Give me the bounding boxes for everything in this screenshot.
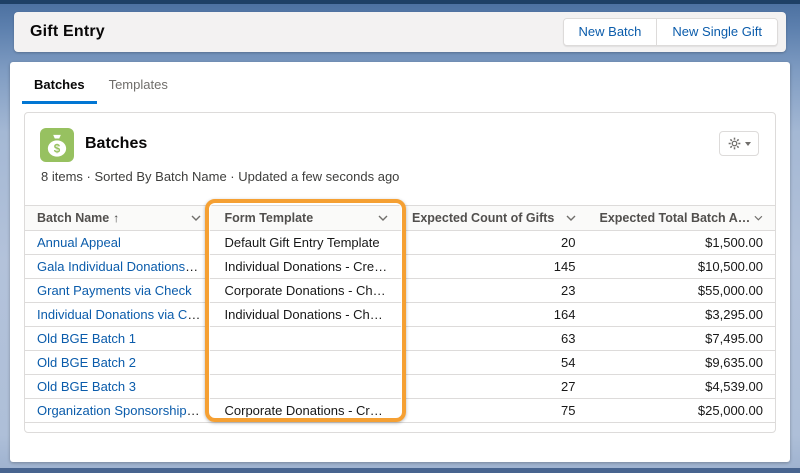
gear-icon [728,137,741,150]
batch-name-link[interactable]: Old BGE Batch 3 [37,379,136,394]
batch-name-link[interactable]: Annual Appeal [37,235,121,250]
table-body: Annual Appeal Default Gift Entry Templat… [25,231,775,423]
page-header: Gift Entry New Batch New Single Gift [14,12,786,52]
expected-count-cell: 75 [400,399,588,423]
form-template-cell: Corporate Donations - Checks [213,279,401,303]
table-row: Individual Donations via Check Individua… [25,303,775,327]
expected-total-cell: $55,000.00 [588,279,776,303]
expected-count-cell: 27 [400,375,588,399]
tab-batches[interactable]: Batches [22,75,97,104]
column-header-batch-name[interactable]: Batch Name ↑ [25,206,213,231]
batch-name-link[interactable]: Organization Sponsorships via Cre... [37,403,213,418]
table-row: Old BGE Batch 2 54 $9,635.00 [25,351,775,375]
form-template-cell: Individual Donations - Credit Cards [213,255,401,279]
chevron-down-icon[interactable] [754,215,763,221]
expected-total-cell: $1,500.00 [588,231,776,255]
header-button-group: New Batch New Single Gift [563,18,778,46]
sort-ascending-icon: ↑ [113,211,119,225]
table-row: Old BGE Batch 3 27 $4,539.00 [25,375,775,399]
column-header-expected-total[interactable]: Expected Total Batch Amount [588,206,776,231]
expected-count-cell: 23 [400,279,588,303]
list-settings-button[interactable] [719,131,759,156]
window-top-edge [0,0,800,4]
batch-name-cell: Old BGE Batch 3 [25,375,213,399]
expected-count-cell: 164 [400,303,588,327]
batch-name-cell: Gala Individual Donations via Check [25,255,213,279]
new-single-gift-button[interactable]: New Single Gift [656,19,777,45]
batch-name-link[interactable]: Grant Payments via Check [37,283,192,298]
table-row: Annual Appeal Default Gift Entry Templat… [25,231,775,255]
table-row: Organization Sponsorships via Cre... Cor… [25,399,775,423]
list-meta-text: 8 items · Sorted By Batch Name · Updated… [41,169,399,184]
expected-total-cell: $7,495.00 [588,327,776,351]
batch-name-cell: Old BGE Batch 1 [25,327,213,351]
batches-table: Batch Name ↑ Form Template [25,205,775,423]
expected-total-cell: $10,500.00 [588,255,776,279]
batch-name-cell: Grant Payments via Check [25,279,213,303]
expected-count-cell: 20 [400,231,588,255]
expected-total-cell: $3,295.00 [588,303,776,327]
expected-count-cell: 63 [400,327,588,351]
batch-name-link[interactable]: Gala Individual Donations via Check [37,259,213,274]
gift-entry-page: Gift Entry New Batch New Single Gift Bat… [0,0,800,473]
batch-name-cell: Organization Sponsorships via Cre... [25,399,213,423]
table-row: Gala Individual Donations via Check Indi… [25,255,775,279]
chevron-down-icon[interactable] [566,215,576,221]
batch-name-link[interactable]: Old BGE Batch 1 [37,331,136,346]
expected-count-cell: 54 [400,351,588,375]
chevron-down-icon[interactable] [191,215,201,221]
tab-bar: Batches Templates [10,62,790,104]
page-title: Gift Entry [30,23,105,41]
window-bottom-edge [0,468,800,473]
svg-text:$: $ [54,142,61,155]
form-template-cell: Default Gift Entry Template [213,231,401,255]
table-row: Grant Payments via Check Corporate Donat… [25,279,775,303]
batch-name-cell: Annual Appeal [25,231,213,255]
batch-name-cell: Old BGE Batch 2 [25,351,213,375]
new-batch-button[interactable]: New Batch [564,19,657,45]
form-template-cell [213,375,401,399]
list-card-header: $ Batches 8 items · Sorted By Batch Name… [25,113,775,205]
expected-total-cell: $25,000.00 [588,399,776,423]
batch-name-link[interactable]: Individual Donations via Check [37,307,213,322]
chevron-down-icon [745,142,751,146]
column-header-expected-count[interactable]: Expected Count of Gifts [400,206,588,231]
money-bag-icon: $ [40,128,74,162]
batch-name-cell: Individual Donations via Check [25,303,213,327]
table-header-row: Batch Name ↑ Form Template [25,206,775,231]
expected-total-cell: $9,635.00 [588,351,776,375]
expected-total-cell: $4,539.00 [588,375,776,399]
tab-templates[interactable]: Templates [97,75,180,104]
batches-list-card: $ Batches 8 items · Sorted By Batch Name… [24,112,776,433]
expected-count-cell: 145 [400,255,588,279]
table-row: Old BGE Batch 1 63 $7,495.00 [25,327,775,351]
chevron-down-icon[interactable] [378,215,388,221]
form-template-cell: Corporate Donations - Credit Cards [213,399,401,423]
form-template-cell: Individual Donations - Checks [213,303,401,327]
batch-name-link[interactable]: Old BGE Batch 2 [37,355,136,370]
form-template-cell [213,327,401,351]
card-title: Batches [85,135,147,153]
form-template-cell [213,351,401,375]
content-panel: Batches Templates $ Batches 8 items · So… [10,62,790,462]
column-header-form-template[interactable]: Form Template [213,206,401,231]
